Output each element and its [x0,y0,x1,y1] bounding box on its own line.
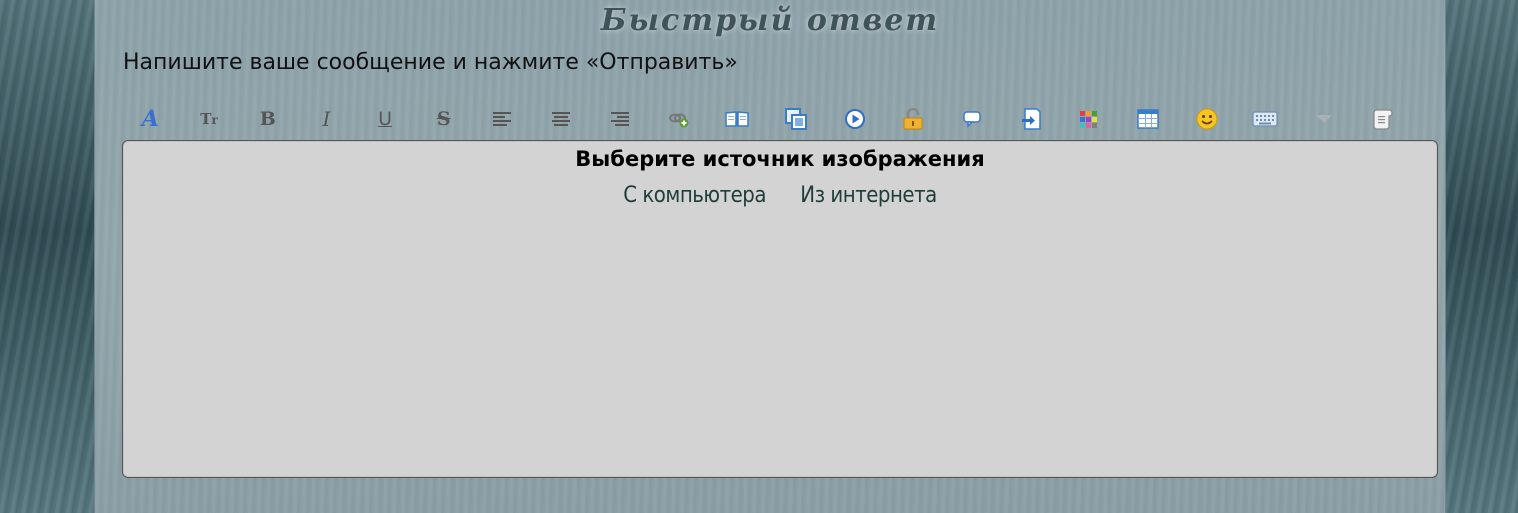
spoiler-button[interactable] [1001,103,1060,135]
extra-button[interactable] [1353,103,1412,135]
lock-icon [903,108,923,130]
link-icon [668,113,689,128]
editor-toolbar: A Tr B I U S [121,103,1412,135]
insert-video-button[interactable] [825,103,884,135]
table-icon [1137,109,1159,129]
italic-button[interactable]: I [297,103,356,135]
underline-button[interactable]: U [356,103,415,135]
align-center-icon [552,112,571,126]
smiles-button[interactable] [1177,103,1236,135]
align-left-icon [493,112,512,126]
strikethrough-button[interactable]: S [414,103,473,135]
comment-button[interactable] [943,103,1002,135]
quick-reply-panel: Быстрый ответ Напишите ваше сообщение и … [94,0,1446,513]
font-face-button[interactable]: A [121,103,180,135]
speech-bubble-icon [963,111,981,128]
font-size-icon: Tr [200,110,218,128]
align-left-button[interactable] [473,103,532,135]
chevron-down-icon [1316,115,1333,123]
quote-button[interactable] [708,103,767,135]
play-icon [844,109,865,129]
document-arrow-icon [1021,108,1041,130]
align-right-button[interactable] [591,103,650,135]
insert-table-button[interactable] [1119,103,1178,135]
insert-image-button[interactable] [767,103,826,135]
align-center-button[interactable] [532,103,591,135]
bold-icon: B [259,108,276,130]
right-background-border [1444,0,1518,513]
more-options-button[interactable] [1295,103,1354,135]
font-face-icon: A [141,106,159,132]
align-right-icon [610,112,629,126]
from-computer-link[interactable]: С компьютера [623,183,766,208]
underline-icon: U [378,108,393,130]
italic-icon: I [322,107,331,131]
left-background-border [0,0,94,513]
from-internet-link[interactable]: Из интернета [800,183,937,208]
image-upload-panel: Выберите источник изображения С компьюте… [122,140,1438,478]
text-color-button[interactable] [1060,103,1119,135]
scroll-icon [1373,109,1393,130]
bold-button[interactable]: B [238,103,297,135]
keyboard-button[interactable] [1236,103,1295,135]
image-source-options: С компьютера Из интернета [123,181,1437,211]
image-source-title: Выберите источник изображения [575,147,985,171]
hide-content-button[interactable] [884,103,943,135]
keyboard-icon [1252,111,1279,127]
book-icon [725,111,749,127]
smiley-icon [1196,108,1218,130]
color-grid-icon [1080,111,1098,128]
reply-instruction: Напишите ваше сообщение и нажмите «Отпра… [123,50,738,75]
strikethrough-icon: S [436,108,451,130]
quick-reply-title: Быстрый ответ [600,3,940,38]
font-size-button[interactable]: Tr [180,103,239,135]
insert-link-button[interactable] [649,103,708,135]
image-icon [784,108,807,130]
